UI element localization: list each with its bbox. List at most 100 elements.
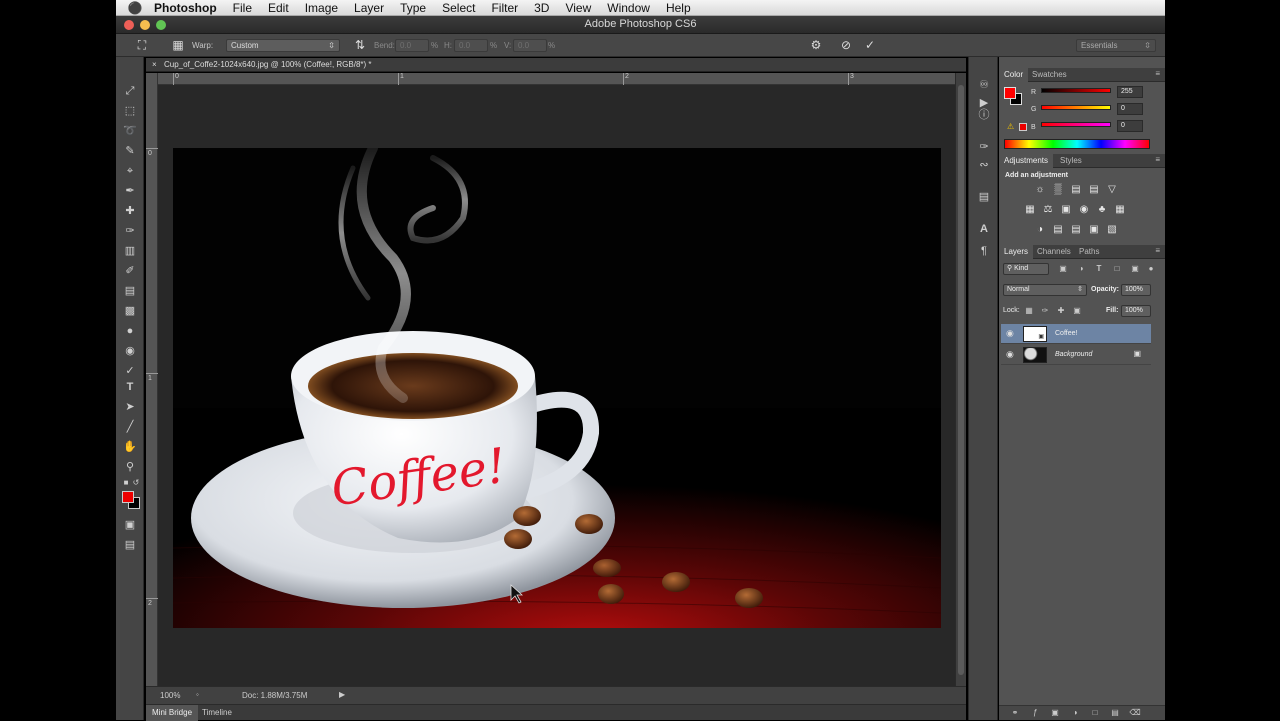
gradient-tool-icon[interactable]: ▩ <box>122 303 138 319</box>
selective-color-icon[interactable]: ▣ <box>1087 224 1101 236</box>
tab-layers[interactable]: Layers <box>999 245 1034 259</box>
curves-icon[interactable]: ▤ <box>1069 184 1083 196</box>
menu-window[interactable]: Window <box>599 0 658 16</box>
panel-menu-icon[interactable]: ≡ <box>1155 155 1160 164</box>
tab-mini-bridge[interactable]: Mini Bridge <box>146 705 199 721</box>
menu-photoshop[interactable]: Photoshop <box>146 0 225 16</box>
transform-tool-icon[interactable]: ⛶ <box>134 37 150 53</box>
layer-mask-icon[interactable]: ▣ <box>1049 707 1061 719</box>
info-panel-icon[interactable]: ⓘ <box>976 107 992 123</box>
link-layers-icon[interactable]: ⚭ <box>1009 707 1021 719</box>
quick-mask-icon[interactable]: ▣ <box>122 517 138 533</box>
apple-icon[interactable]: ⚫ <box>124 1 146 15</box>
layer-filter-select[interactable]: ⚲ Kind <box>1003 263 1049 275</box>
delete-layer-icon[interactable]: ⌫ <box>1129 707 1141 719</box>
black-white-icon[interactable]: ▣ <box>1059 204 1073 216</box>
channel-b-slider[interactable] <box>1041 122 1111 127</box>
color-lookup-icon[interactable]: ▦ <box>1113 204 1127 216</box>
menu-select[interactable]: Select <box>434 0 483 16</box>
opacity-field[interactable]: 100% <box>1121 284 1151 296</box>
v-distortion-field[interactable]: 0.0 <box>513 39 547 52</box>
foreground-color-swatch[interactable] <box>122 491 134 503</box>
gamut-swatch[interactable] <box>1019 123 1027 131</box>
color-balance-icon[interactable]: ⚖ <box>1041 204 1055 216</box>
status-icon[interactable]: ◦ <box>196 690 199 699</box>
blend-mode-select[interactable]: Normal ⇳ <box>1003 284 1087 296</box>
document-tab[interactable]: × Cup_of_Coffe2-1024x640.jpg @ 100% (Cof… <box>146 58 966 72</box>
vertical-ruler[interactable]: 0 1 2 <box>146 73 158 686</box>
brightness-contrast-icon[interactable]: ☼ <box>1033 184 1047 196</box>
new-adjustment-icon[interactable]: ◑ <box>1069 707 1081 719</box>
tab-paths[interactable]: Paths <box>1074 245 1104 259</box>
tab-swatches[interactable]: Swatches <box>1027 68 1072 82</box>
menu-3d[interactable]: 3D <box>526 0 557 16</box>
brush-tool-icon[interactable]: ✑ <box>122 223 138 239</box>
levels-icon[interactable]: ▒ <box>1051 184 1065 196</box>
layer-row-coffee[interactable]: ◉ ▣ Coffee! <box>1001 324 1151 344</box>
panel-menu-icon[interactable]: ≡ <box>1155 246 1160 255</box>
hue-saturation-icon[interactable]: ▦ <box>1023 204 1037 216</box>
color-foreground-swatch[interactable] <box>1004 87 1016 99</box>
type-tool-icon[interactable]: T <box>122 379 138 395</box>
menu-layer[interactable]: Layer <box>346 0 392 16</box>
filter-type-icon[interactable]: T <box>1093 263 1105 275</box>
threshold-icon[interactable]: ▤ <box>1069 224 1083 236</box>
pen-tool-icon[interactable]: ✓ <box>122 363 138 379</box>
line-tool-icon[interactable]: ╱ <box>122 419 138 435</box>
zoom-tool-icon[interactable]: ⚲ <box>122 459 138 475</box>
swap-colors-icon[interactable]: ↺ <box>128 475 144 491</box>
layer-style-icon[interactable]: ƒ <box>1029 707 1041 719</box>
quick-selection-tool-icon[interactable]: ✎ <box>122 143 138 159</box>
channel-b-value[interactable]: 0 <box>1117 120 1143 132</box>
menu-file[interactable]: File <box>225 0 260 16</box>
bend-field[interactable]: 0.0 <box>395 39 429 52</box>
lock-all-icon[interactable]: ▣ <box>1071 305 1083 317</box>
reference-point-icon[interactable]: ▦ <box>170 37 186 53</box>
fill-field[interactable]: 100% <box>1121 305 1151 317</box>
hand-tool-icon[interactable]: ✋ <box>122 439 138 455</box>
tab-channels[interactable]: Channels <box>1032 245 1076 259</box>
filter-smart-object-icon[interactable]: ▣ <box>1129 263 1141 275</box>
new-layer-icon[interactable]: ▤ <box>1109 707 1121 719</box>
filter-toggle-icon[interactable]: ● <box>1145 263 1157 275</box>
visibility-eye-icon[interactable]: ◉ <box>1006 349 1016 360</box>
paragraph-panel-icon[interactable]: ¶ <box>976 243 992 259</box>
move-tool-icon[interactable]: ⤢ <box>122 83 138 99</box>
channel-g-slider[interactable] <box>1041 105 1111 110</box>
layer-name[interactable]: Coffee! <box>1055 330 1077 337</box>
menu-edit[interactable]: Edit <box>260 0 297 16</box>
eraser-tool-icon[interactable]: ▤ <box>122 283 138 299</box>
lock-transparent-icon[interactable]: ▦ <box>1023 305 1035 317</box>
dodge-tool-icon[interactable]: ◉ <box>122 343 138 359</box>
channel-mixer-icon[interactable]: ♣ <box>1095 204 1109 216</box>
tab-timeline[interactable]: Timeline <box>196 705 238 721</box>
commit-transform-icon[interactable]: ✓ <box>862 37 878 53</box>
menu-image[interactable]: Image <box>297 0 346 16</box>
filter-adjustment-icon[interactable]: ◑ <box>1075 263 1087 275</box>
brush-panel-icon[interactable]: ✑ <box>976 139 992 155</box>
panel-menu-icon[interactable]: ≡ <box>1155 69 1160 78</box>
menu-help[interactable]: Help <box>658 0 699 16</box>
clone-source-icon[interactable]: ▤ <box>976 189 992 205</box>
menu-filter[interactable]: Filter <box>483 0 526 16</box>
channel-r-slider[interactable] <box>1041 88 1111 93</box>
brush-presets-icon[interactable]: ∾ <box>976 157 992 173</box>
lock-image-icon[interactable]: ✑ <box>1039 305 1051 317</box>
filter-pixel-icon[interactable]: ▣ <box>1057 263 1069 275</box>
history-panel-icon[interactable]: ♾ <box>976 77 992 93</box>
vibrance-icon[interactable]: ▽ <box>1105 184 1119 196</box>
warp-style-select[interactable]: Custom ⇳ <box>226 39 340 52</box>
photo-filter-icon[interactable]: ◉ <box>1077 204 1091 216</box>
gradient-map-icon[interactable]: ▧ <box>1105 224 1119 236</box>
menu-type[interactable]: Type <box>392 0 434 16</box>
lock-position-icon[interactable]: ✚ <box>1055 305 1067 317</box>
visibility-eye-icon[interactable]: ◉ <box>1006 328 1016 339</box>
character-panel-icon[interactable]: A <box>976 221 992 237</box>
scroll-thumb[interactable] <box>958 85 964 675</box>
workspace-select[interactable]: Essentials ⇳ <box>1076 39 1156 52</box>
clone-stamp-tool-icon[interactable]: ▥ <box>122 243 138 259</box>
puppet-warp-icon[interactable]: ⚙ <box>808 37 824 53</box>
layer-name[interactable]: Background <box>1055 351 1092 358</box>
close-document-icon[interactable]: × <box>152 58 157 72</box>
vertical-scrollbar[interactable] <box>955 73 966 686</box>
